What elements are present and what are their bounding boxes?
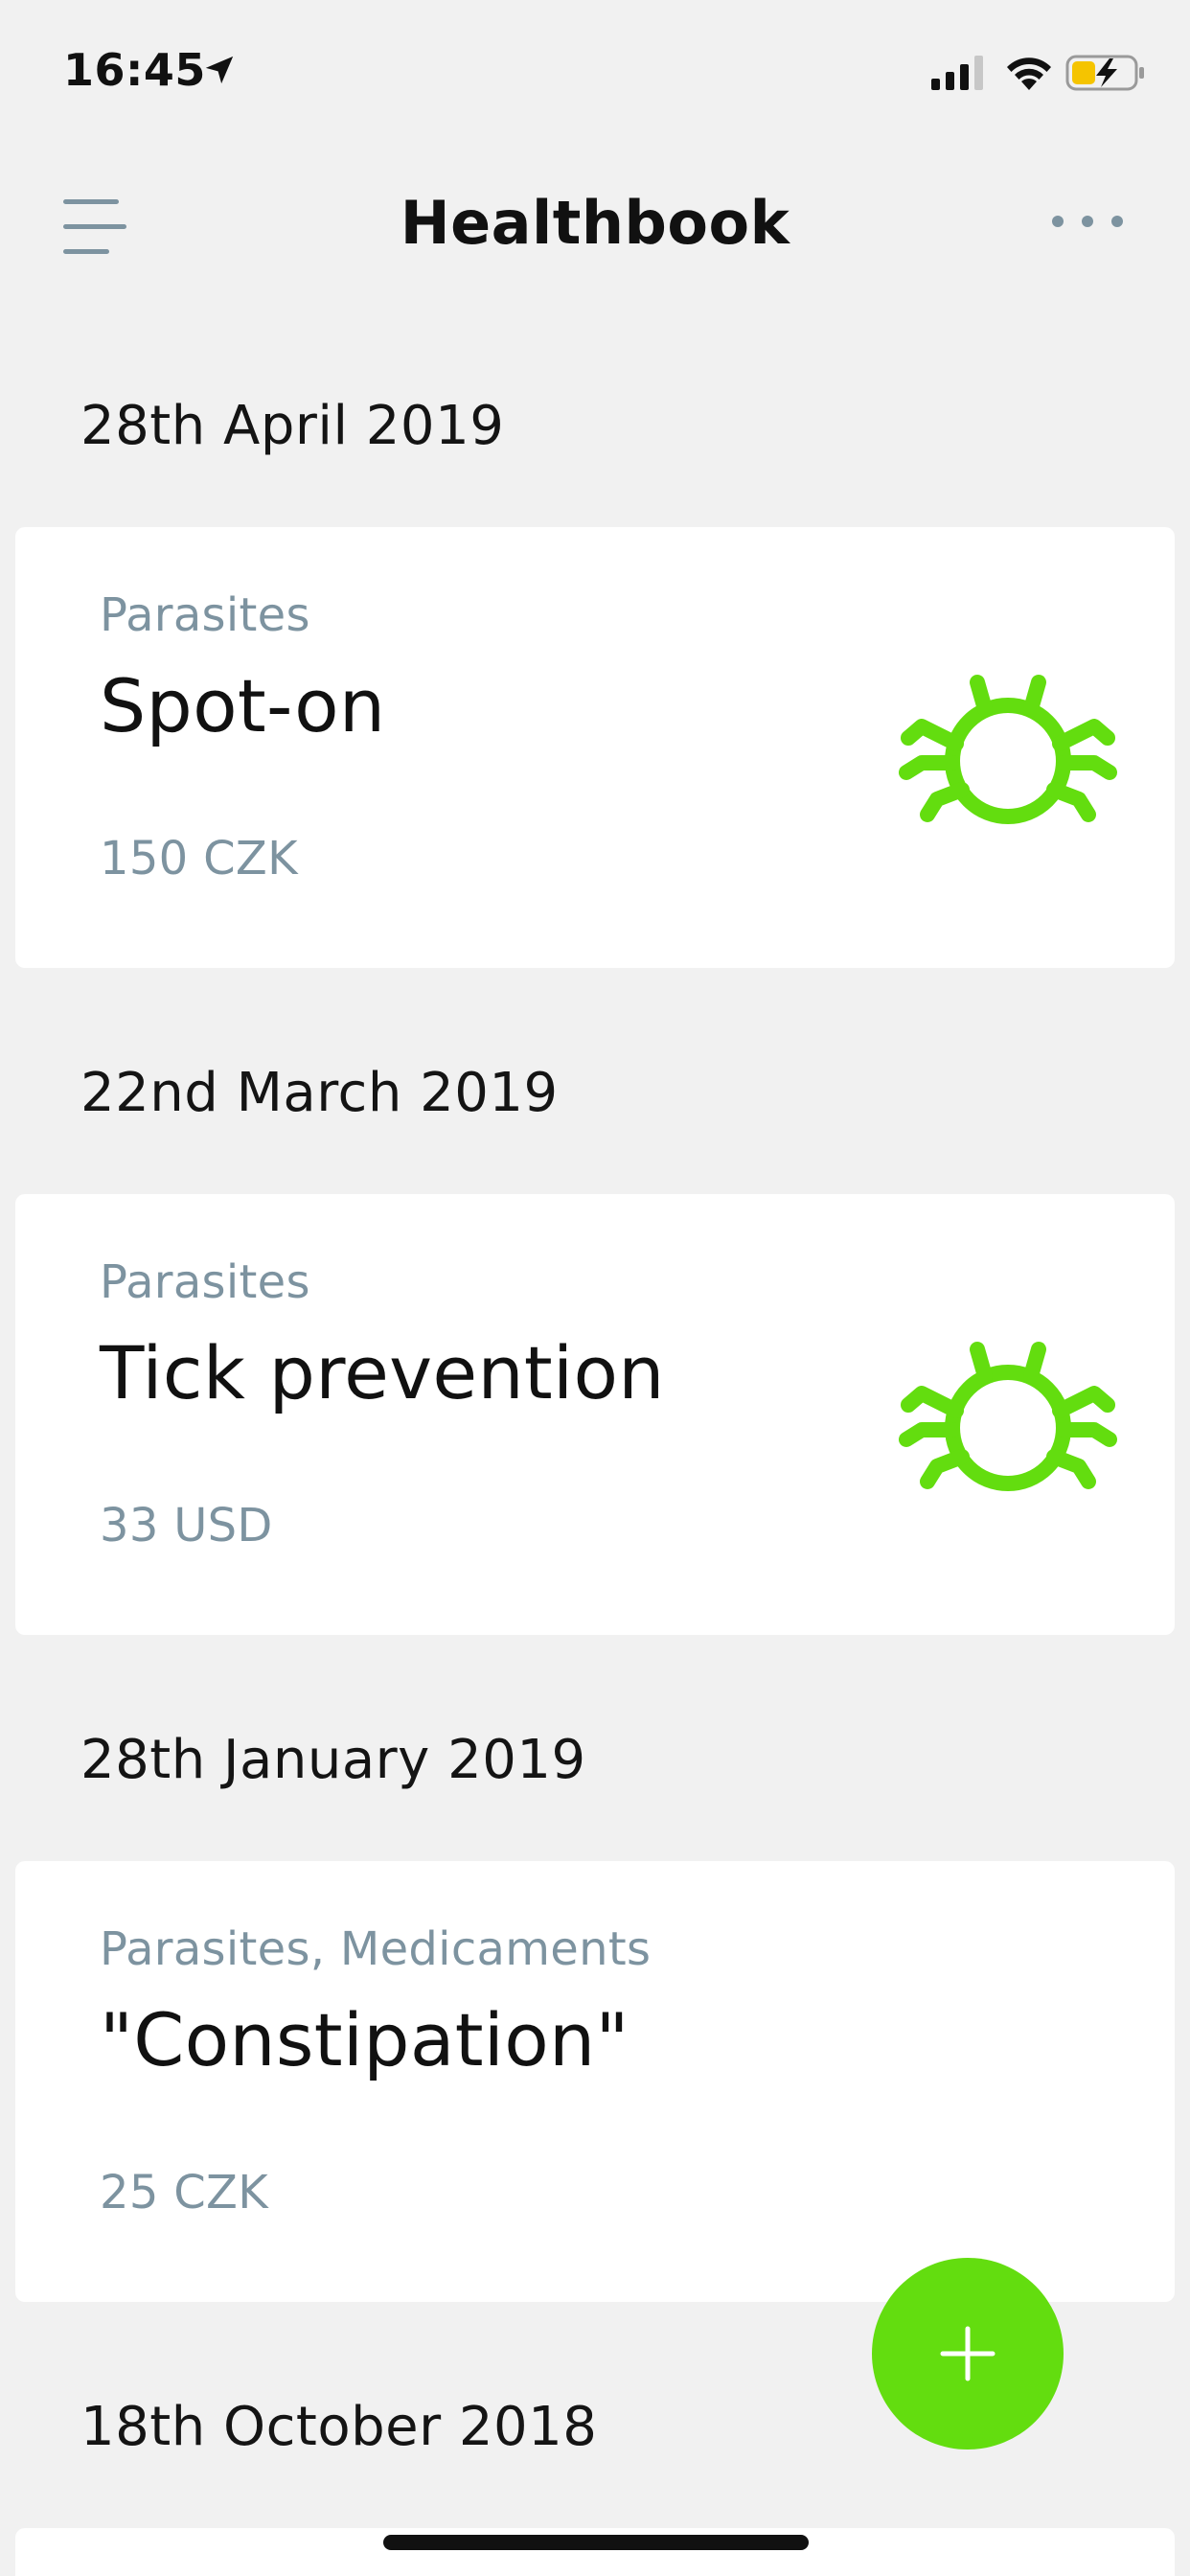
card-category: Parasites: [100, 1255, 310, 1309]
wifi-icon: [1007, 58, 1051, 90]
date-header: 28th April 2019: [80, 395, 505, 457]
plus-icon: [940, 2326, 995, 2381]
list-item-card[interactable]: Parasites Spot-on 150 CZK: [15, 527, 1175, 968]
more-options-icon[interactable]: [1044, 207, 1131, 236]
home-indicator[interactable]: [383, 2535, 809, 2550]
card-category: Parasites, Medicaments: [100, 1922, 652, 1976]
add-entry-button[interactable]: [872, 2258, 1064, 2450]
status-time: 16:45: [63, 44, 206, 96]
bug-icon: [899, 675, 1117, 824]
card-title: Tick prevention: [100, 1330, 665, 1415]
date-header: 28th January 2019: [80, 1729, 586, 1791]
card-title: Spot-on: [100, 663, 386, 748]
card-price: 25 CZK: [100, 2166, 269, 2220]
location-arrow-icon: [205, 56, 234, 84]
list-item-card[interactable]: Parasites Tick prevention 33 USD: [15, 1194, 1175, 1635]
status-bar: 16:45: [0, 0, 1190, 144]
bug-icon: [899, 1342, 1117, 1491]
card-title: "Constipation": [100, 1997, 629, 2082]
date-header: 22nd March 2019: [80, 1062, 559, 1124]
list-item-card[interactable]: Parasites, Medicaments "Constipation" 25…: [15, 1861, 1175, 2302]
card-price: 150 CZK: [100, 832, 298, 886]
battery-charging-icon: [1065, 55, 1144, 91]
date-header: 18th October 2018: [80, 2396, 598, 2458]
card-category: Parasites: [100, 588, 310, 642]
card-price: 33 USD: [100, 1499, 273, 1552]
nav-bar: Healthbook: [0, 163, 1190, 282]
page-title: Healthbook: [400, 188, 790, 258]
cellular-signal-icon: [931, 56, 983, 90]
